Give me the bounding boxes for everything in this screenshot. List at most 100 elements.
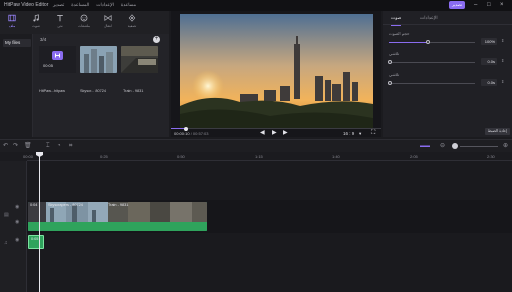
fade-in-stepper-icon[interactable]: ⇕ [501,58,504,63]
tool-file[interactable]: ملف [0,11,24,34]
next-frame-icon[interactable]: ▶ [283,130,288,137]
properties-panel: صوت الإعدادات حجم الصوت 100% ⇕ تلاشي 0.0… [383,11,512,137]
music-icon [33,14,39,22]
undo-icon[interactable]: ↶ [3,142,8,151]
volume-slider-fill [389,42,428,43]
media-thumb-train[interactable] [121,46,158,73]
audio-track [27,233,512,292]
video-clip-audio-strip [28,222,207,231]
fade-in-slider[interactable] [389,62,475,63]
app-title: HitPaw Video Editor [4,2,49,8]
delete-icon[interactable]: 🗑 [24,142,32,151]
export-button[interactable]: تصدير [449,1,465,9]
preview-progress-bar[interactable] [171,126,381,131]
empty-track [27,161,512,200]
menu-item-assist[interactable]: مساعدة [121,2,136,8]
media-panel: ملف صوت نص ملصقات انتقال تصفية My files … [0,11,169,137]
chevron-down-icon[interactable]: ▾ [359,130,361,137]
ruler-label: 2:05 [410,154,418,159]
ruler-label: 1:40 [332,154,340,159]
fade-out-stepper-icon[interactable]: ⇕ [501,79,504,84]
fade-out-slider[interactable] [389,83,475,84]
sidebar-item-my-files[interactable]: My files [3,39,31,47]
hitpaw-logo-thumbnail [39,46,76,73]
minimize-icon[interactable]: – [474,1,477,10]
tool-transition[interactable]: انتقال [96,11,120,34]
menu-item-help[interactable]: المساعدة [71,2,89,8]
close-icon[interactable]: × [500,1,504,10]
redo-icon[interactable]: ↷ [13,142,18,151]
total-time: / 00:57:03 [190,131,209,136]
speed-icon[interactable]: ◔ [57,142,61,151]
ruler-label: 1:15 [255,154,263,159]
prev-frame-icon[interactable]: ◀ [260,130,265,137]
title-bar: HitPaw Video Editor تصدير المساعدة الإعد… [0,0,512,11]
fade-in-value[interactable]: 0.0s [481,58,497,65]
play-icon[interactable]: ▶ [272,130,277,137]
preview-progress-knob[interactable] [183,126,188,131]
tool-label: نص [57,24,63,28]
tool-stickers[interactable]: ملصقات [72,11,96,34]
volume-value[interactable]: 100% [481,38,497,45]
volume-slider-knob[interactable] [425,40,430,44]
fade-out-slider-knob[interactable] [388,81,392,85]
tab-settings[interactable]: الإعدادات [420,15,438,21]
ruler-label: 00:00 [23,154,34,159]
volume-stepper-icon[interactable]: ⇕ [501,38,504,43]
ruler-label: 2:30 [487,154,495,159]
timeline-ruler[interactable]: 00:00 0:25 0:50 1:15 1:40 2:05 2:30 [23,152,512,161]
zoom-slider-knob[interactable] [452,143,458,149]
media-toolbar: ملف صوت نص ملصقات انتقال تصفية [0,11,169,34]
video-clip-group[interactable]: 0:04 Skyscrapers - 80724 Train - 9831 [28,202,207,231]
tool-text[interactable]: نص [48,11,72,34]
menu-item-export[interactable]: تصدير [53,2,64,8]
eye-icon[interactable]: ◉ [15,219,19,225]
media-count: 3/4 [40,37,47,42]
volume-slider[interactable] [389,42,475,43]
tool-label: تصفية [127,24,137,28]
playhead[interactable] [39,152,40,292]
eye-icon[interactable]: ◉ [15,237,19,243]
preview-image [180,14,373,129]
reset-button[interactable]: إعادة الضبط [485,128,510,135]
video-track-head: ▤ ◉ ◉ [0,200,27,233]
tab-audio[interactable]: صوت [391,15,402,26]
train-thumbnail [121,46,158,73]
properties-tabs: صوت الإعدادات [383,11,512,26]
split-icon[interactable]: ⌶ [46,142,50,151]
clip-label: 0:05 [31,237,39,241]
city-sunset-preview [180,14,373,129]
tool-filter[interactable]: تصفية [120,11,144,34]
aspect-ratio-select[interactable]: 16 : 9 [343,131,354,136]
audio-clip[interactable]: 0:05 [28,235,44,249]
clip-label: Skyscrapers - 80724 [48,203,83,207]
tool-label: انتقال [103,24,113,28]
skyscraper-thumbnail [80,46,117,73]
current-time: 00:00:10 [174,131,190,136]
text-icon [57,15,63,22]
maximize-icon[interactable]: □ [487,1,491,10]
film-icon [8,14,16,22]
audio-track-head: ♫ ◉ [0,233,27,292]
zoom-slider[interactable] [460,146,498,147]
media-thumb-skyscrapers[interactable] [80,46,117,73]
clip-label: Train - 9831 [108,203,129,207]
eye-icon[interactable]: ◉ [15,204,19,210]
fullscreen-icon[interactable]: ⛶ [371,130,375,137]
fade-in-slider-knob[interactable] [388,60,392,64]
tool-audio[interactable]: صوت [24,11,48,34]
crop-icon[interactable]: ⌗ [69,142,72,151]
media-thumb-hitpaw[interactable]: 00:05 [39,46,76,73]
zoom-in-icon[interactable]: ⊕ [503,142,508,151]
empty-track-head [0,161,27,200]
menu-item-settings[interactable]: الإعدادات [96,2,114,8]
snap-toggle-icon[interactable]: ▬▬ [420,142,430,151]
preview-timecode: 00:00:10 / 00:57:03 [174,131,209,136]
tool-label: صوت [32,24,40,28]
media-name: Skyscr... 80724 [80,89,106,93]
add-media-button[interactable]: + [153,36,160,43]
tool-label: ملصقات [78,24,90,28]
zoom-out-icon[interactable]: ⊖ [440,142,445,151]
menu-bar: تصدير المساعدة الإعدادات مساعدة [53,2,136,8]
fade-out-value[interactable]: 0.0s [481,79,497,86]
